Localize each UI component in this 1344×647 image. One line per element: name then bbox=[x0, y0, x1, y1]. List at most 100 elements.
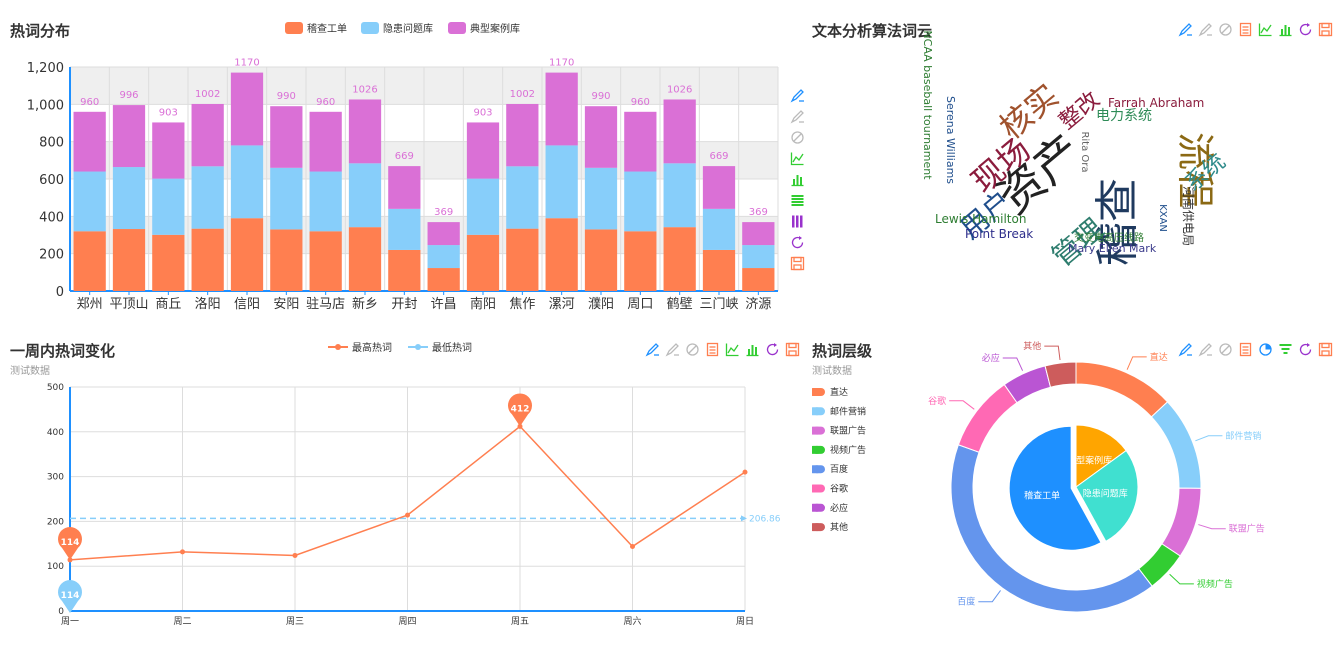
legend-item[interactable]: 视频广告 bbox=[812, 444, 866, 456]
mark-point-pin[interactable]: 412 bbox=[508, 393, 533, 427]
legend-item[interactable]: 谷歌 bbox=[812, 483, 848, 495]
bar-segment[interactable] bbox=[624, 171, 657, 232]
bar-segment[interactable] bbox=[702, 249, 736, 291]
bar-segment[interactable] bbox=[663, 227, 696, 291]
legend-item[interactable]: 百度 bbox=[812, 463, 848, 475]
bar-segment[interactable] bbox=[545, 218, 578, 291]
bar-segment[interactable] bbox=[309, 171, 342, 232]
y-tick-label: 400 bbox=[39, 210, 64, 225]
stack-icon[interactable] bbox=[790, 193, 805, 208]
bar-segment[interactable] bbox=[584, 106, 618, 168]
data-point[interactable] bbox=[630, 543, 635, 549]
bar-segment[interactable] bbox=[348, 99, 382, 164]
bar-segment[interactable] bbox=[348, 227, 382, 291]
legend-item[interactable]: 最高热词 bbox=[328, 341, 392, 354]
bar-segment[interactable] bbox=[152, 234, 185, 291]
bar-segment[interactable] bbox=[112, 229, 146, 291]
outer-pie-slice[interactable] bbox=[1044, 361, 1077, 388]
y-tick-label: 600 bbox=[39, 173, 64, 188]
mark-undo-icon[interactable] bbox=[790, 109, 805, 124]
bar-segment[interactable] bbox=[348, 163, 382, 228]
bar-segment[interactable] bbox=[270, 229, 303, 291]
bar-segment[interactable] bbox=[152, 178, 185, 235]
bar-segment[interactable] bbox=[73, 171, 106, 232]
legend-item[interactable]: 其他 bbox=[812, 521, 848, 533]
data-point[interactable] bbox=[405, 512, 410, 518]
save-image-icon[interactable] bbox=[790, 256, 805, 271]
legend-label: 必应 bbox=[830, 502, 848, 514]
bar-segment[interactable] bbox=[545, 72, 578, 146]
bar-segment[interactable] bbox=[506, 228, 539, 291]
bar-segment[interactable] bbox=[427, 222, 460, 246]
data-point[interactable] bbox=[292, 552, 298, 558]
legend-item[interactable]: 直达 bbox=[812, 386, 848, 398]
bar-segment[interactable] bbox=[230, 145, 264, 219]
bar-segment[interactable] bbox=[191, 228, 224, 291]
bar-segment[interactable] bbox=[466, 178, 500, 235]
bar-segment[interactable] bbox=[230, 218, 264, 291]
bar-segment[interactable] bbox=[388, 166, 421, 209]
data-point[interactable] bbox=[180, 549, 185, 555]
bar-segment[interactable] bbox=[191, 103, 224, 167]
legend-item[interactable]: 联盟广告 bbox=[812, 425, 866, 437]
bar-segment[interactable] bbox=[388, 208, 421, 250]
bar-segment[interactable] bbox=[466, 122, 500, 179]
bar-segment[interactable] bbox=[270, 106, 303, 168]
data-point[interactable] bbox=[742, 469, 748, 475]
outer-pie-slice[interactable] bbox=[1150, 401, 1202, 489]
bar-segment[interactable] bbox=[742, 245, 775, 269]
y-tick-label: 500 bbox=[47, 383, 64, 393]
bar-segment[interactable] bbox=[73, 231, 106, 291]
bar-segment[interactable] bbox=[702, 208, 736, 250]
x-tick-label: 安阳 bbox=[273, 297, 299, 312]
bar-segment[interactable] bbox=[702, 166, 736, 209]
bar-segment[interactable] bbox=[112, 167, 146, 230]
bar-segment[interactable] bbox=[191, 166, 224, 229]
line-chart-icon[interactable] bbox=[790, 151, 805, 166]
word-cloud-word: 河南供电局 bbox=[1181, 186, 1196, 246]
mark-icon[interactable] bbox=[790, 88, 805, 103]
tiled-icon[interactable] bbox=[790, 214, 805, 229]
x-tick-label: 信阳 bbox=[234, 297, 260, 312]
bar-segment[interactable] bbox=[112, 105, 146, 168]
bar-segment[interactable] bbox=[427, 268, 460, 291]
legend-item[interactable]: 稽查工单 bbox=[285, 22, 347, 35]
restore-icon[interactable] bbox=[790, 235, 805, 250]
bar-segment[interactable] bbox=[309, 231, 342, 291]
bar-segment[interactable] bbox=[624, 231, 657, 291]
legend-item[interactable]: 隐患问题库 bbox=[361, 22, 433, 35]
bar-segment[interactable] bbox=[230, 72, 264, 146]
legend-label: 联盟广告 bbox=[830, 425, 866, 437]
bar-segment[interactable] bbox=[545, 145, 578, 219]
mark-line-label: 206.86 bbox=[749, 514, 781, 524]
bar-segment[interactable] bbox=[152, 122, 185, 179]
mark-point-pin[interactable]: 114 bbox=[58, 526, 82, 560]
bar-segment[interactable] bbox=[506, 103, 539, 167]
outer-pie-slice[interactable] bbox=[1161, 487, 1202, 557]
mark-clear-icon[interactable] bbox=[790, 130, 805, 145]
bar-segment[interactable] bbox=[742, 268, 775, 291]
bar-segment[interactable] bbox=[309, 111, 342, 172]
bar-segment[interactable] bbox=[73, 111, 106, 172]
bar-segment[interactable] bbox=[624, 111, 657, 172]
legend-item[interactable]: 必应 bbox=[812, 502, 848, 514]
legend-item[interactable]: 邮件营销 bbox=[812, 405, 866, 417]
bar-segment[interactable] bbox=[506, 166, 539, 229]
bar-segment[interactable] bbox=[270, 167, 303, 230]
outer-pie-slice[interactable] bbox=[1075, 361, 1169, 418]
outer-slice-label: 联盟广告 bbox=[1229, 523, 1265, 535]
legend-label: 邮件营销 bbox=[830, 405, 866, 417]
bar-segment[interactable] bbox=[663, 99, 696, 164]
bar-segment[interactable] bbox=[742, 222, 775, 246]
x-tick-label: 新乡 bbox=[352, 296, 378, 312]
bar-chart-icon[interactable] bbox=[790, 172, 805, 187]
legend-item[interactable]: 典型案例库 bbox=[448, 22, 520, 35]
bar-segment[interactable] bbox=[466, 234, 500, 291]
bar-segment[interactable] bbox=[663, 163, 696, 228]
bar-segment[interactable] bbox=[427, 245, 460, 269]
legend-item[interactable]: 最低热词 bbox=[408, 341, 472, 354]
bar-segment[interactable] bbox=[388, 249, 421, 291]
bar-segment[interactable] bbox=[584, 167, 618, 230]
outer-pie-slice[interactable] bbox=[957, 383, 1018, 453]
bar-segment[interactable] bbox=[584, 229, 618, 291]
